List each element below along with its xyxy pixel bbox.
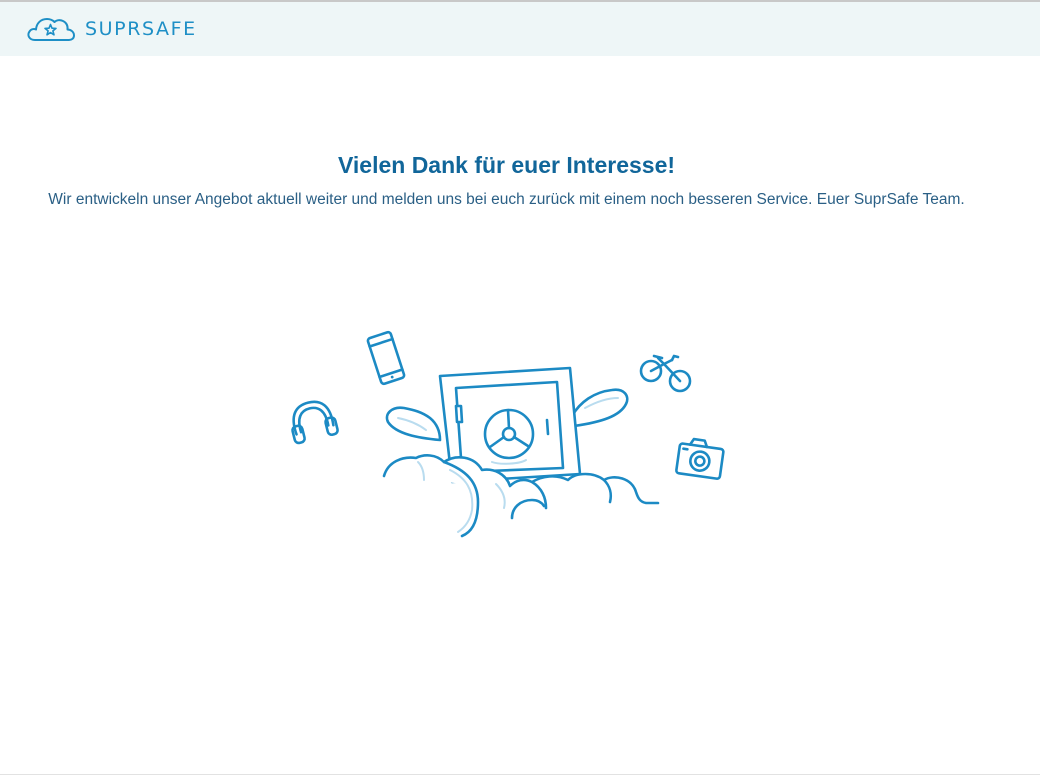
page: SUPRSAFE Vielen Dank für euer Interesse!… — [0, 0, 1040, 775]
brand-name: SUPRSAFE — [85, 18, 197, 40]
smartphone-icon — [366, 330, 406, 386]
top-bar: SUPRSAFE — [0, 2, 1040, 56]
right-wing — [570, 388, 629, 428]
left-wing — [385, 406, 442, 442]
headphones-icon — [291, 400, 339, 445]
brand-logo-link[interactable]: SUPRSAFE — [26, 13, 197, 45]
page-message: Wir entwickeln unser Angebot aktuell wei… — [48, 191, 965, 208]
cloud-star-icon — [27, 18, 75, 41]
safe-illustration — [291, 330, 725, 538]
camera-icon — [675, 437, 725, 480]
page-title: Vielen Dank für euer Interesse! — [337, 152, 676, 178]
bicycle-icon — [639, 354, 692, 393]
